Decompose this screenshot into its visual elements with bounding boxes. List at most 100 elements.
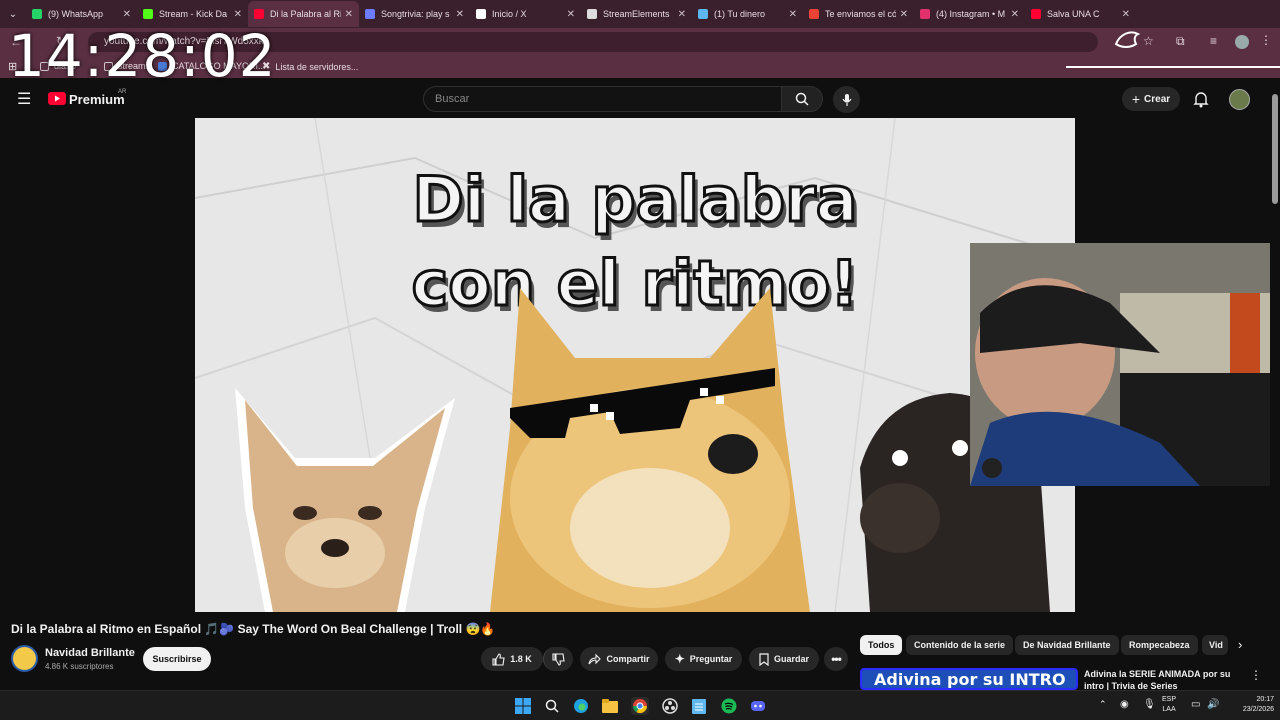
bird-extension-icon[interactable] [1112, 26, 1142, 56]
tab-close-icon[interactable]: ✕ [900, 9, 908, 20]
voice-search-button[interactable] [833, 86, 860, 113]
thumbs-up-icon [492, 652, 505, 666]
bookmark-label: Lista de servidores... [275, 61, 359, 72]
taskbar-search-icon[interactable] [543, 697, 561, 715]
chip-todos[interactable]: Todos [860, 635, 903, 655]
recommended-more-icon[interactable]: ⋮ [1250, 668, 1262, 682]
overlay-line [1066, 66, 1280, 68]
tray-network-icon[interactable]: ▭ [1191, 699, 1200, 710]
video-art-line1: Di la palabra [411, 162, 859, 238]
discord-icon[interactable] [749, 697, 767, 715]
system-clock[interactable]: 20:17 23/2/2026 [1224, 695, 1274, 715]
tab-close-icon[interactable]: ✕ [1122, 9, 1130, 20]
browser-tab-label: Te enviamos el có [825, 9, 896, 19]
recommended-video-thumbnail[interactable]: Adivina por su INTRO [860, 668, 1078, 690]
youtube-logo-icon[interactable] [48, 92, 66, 105]
browser-tab-label: StreamElements [603, 9, 670, 19]
account-avatar[interactable] [1229, 89, 1250, 110]
youtube-icon [1031, 9, 1041, 19]
bookmark-star-icon[interactable]: ☆ [1143, 34, 1154, 48]
thumbs-down-icon [552, 652, 565, 666]
hamburger-menu-icon[interactable]: ☰ [17, 89, 31, 109]
browser-tab[interactable]: Songtrivia: play s ✕ [359, 1, 470, 27]
browser-tab-label: Stream - Kick Da [159, 9, 228, 19]
browser-tab[interactable]: Salva UNA C ✕ [1025, 1, 1136, 27]
tray-microphone-icon[interactable]: 🎙 [1143, 699, 1156, 710]
browser-tab[interactable]: Inicio / X ✕ [470, 1, 581, 27]
create-button[interactable]: + Crear [1122, 87, 1180, 111]
tab-close-icon[interactable]: ✕ [345, 9, 353, 20]
edge-browser-icon[interactable] [572, 697, 590, 715]
kick-icon [143, 9, 153, 19]
share-button[interactable]: Compartir [580, 647, 658, 671]
like-button[interactable]: 1.8 K [481, 647, 543, 671]
search-input[interactable]: Buscar [423, 86, 782, 112]
tab-close-icon[interactable]: ✕ [678, 9, 686, 20]
subscribe-button[interactable]: Suscribirse [143, 647, 211, 671]
chip-contenido-serie[interactable]: Contenido de la serie [906, 635, 1014, 655]
scrollbar-thumb[interactable] [1272, 94, 1278, 204]
more-horizontal-icon: ••• [831, 652, 842, 666]
browser-tab-label: (4) Instagram • M [936, 9, 1006, 19]
profile-avatar-icon[interactable] [1235, 35, 1249, 49]
browser-tab-label: Songtrivia: play s [381, 9, 450, 19]
chip-rompecabeza[interactable]: Rompecabeza [1121, 635, 1198, 655]
share-label: Compartir [606, 654, 650, 664]
language-code: ESP [1162, 696, 1177, 703]
whatsapp-icon [32, 9, 42, 19]
tray-volume-icon[interactable]: 🔊 [1207, 699, 1219, 710]
browser-tab[interactable]: (1) Tu dinero ✕ [692, 1, 803, 27]
more-actions-button[interactable]: ••• [824, 647, 848, 671]
youtube-logo-text[interactable]: Premium [69, 92, 125, 107]
stream-clock-overlay: 14:28:02 [8, 22, 277, 90]
tab-close-icon[interactable]: ✕ [123, 9, 131, 20]
tab-close-icon[interactable]: ✕ [567, 9, 575, 20]
system-date: 23/2/2026 [1242, 706, 1274, 713]
browser-tab-label: Salva UNA C [1047, 9, 1100, 19]
chips-next-chevron-icon[interactable]: › [1238, 637, 1242, 652]
obs-studio-icon[interactable] [661, 697, 679, 715]
ask-button[interactable]: ✦ Preguntar [665, 647, 742, 671]
channel-name[interactable]: Navidad Brillante [45, 647, 135, 659]
system-time: 20:17 [1256, 696, 1274, 703]
recommended-video-title[interactable]: Adivina la SERIE ANIMADA por su intro | … [1084, 668, 1234, 690]
tab-close-icon[interactable]: ✕ [1011, 9, 1019, 20]
browser-tab-label: (9) WhatsApp [48, 9, 104, 19]
plus-icon: + [1131, 91, 1141, 107]
spotify-icon[interactable] [720, 697, 738, 715]
dislike-button[interactable] [543, 647, 573, 671]
chip-navidad-brillante[interactable]: De Navidad Brillante [1015, 635, 1119, 655]
save-button[interactable]: Guardar [749, 647, 819, 671]
tab-close-icon[interactable]: ✕ [234, 9, 242, 20]
channel-subscribers: 4.86 K suscriptores [45, 662, 114, 671]
notepad-icon[interactable] [690, 697, 708, 715]
gmail-icon [809, 9, 819, 19]
browser-menu-icon[interactable]: ⋮ [1260, 33, 1272, 47]
browser-tab-label: Di la Palabra al Ri [270, 9, 341, 19]
keyboard-layout: LAA [1162, 706, 1176, 713]
file-explorer-icon[interactable] [601, 697, 619, 715]
browser-tab[interactable]: StreamElements ✕ [581, 1, 692, 27]
tray-overflow-chevron-icon[interactable]: ⌃ [1099, 699, 1107, 710]
media-controls-icon[interactable]: ≡ [1210, 34, 1217, 48]
notifications-bell-icon[interactable] [1193, 90, 1209, 113]
microphone-icon [842, 93, 851, 106]
channel-avatar[interactable] [11, 645, 38, 672]
input-language-indicator[interactable]: ESP LAA [1162, 695, 1176, 715]
tab-close-icon[interactable]: ✕ [456, 9, 464, 20]
pixel-sunglasses-image [510, 368, 775, 438]
tray-audio-device-icon[interactable]: ◉ [1120, 699, 1129, 710]
browser-tab[interactable]: (4) Instagram • M ✕ [914, 1, 1025, 27]
streamelements-icon [587, 9, 597, 19]
search-button[interactable] [781, 86, 823, 112]
extensions-icon[interactable]: ⧉ [1176, 34, 1185, 49]
chrome-browser-icon[interactable] [631, 697, 649, 715]
chip-videos[interactable]: Vid [1202, 635, 1228, 655]
tab-close-icon[interactable]: ✕ [789, 9, 797, 20]
windows-start-icon[interactable] [514, 697, 532, 715]
page-scrollbar[interactable] [1270, 80, 1280, 690]
x-icon [476, 9, 486, 19]
browser-tab[interactable]: Te enviamos el có ✕ [803, 1, 914, 27]
video-player[interactable]: Di la palabra con el ritmo! [195, 118, 1075, 612]
video-title: Di la Palabra al Ritmo en Español 🎵🫐 Say… [11, 622, 496, 636]
